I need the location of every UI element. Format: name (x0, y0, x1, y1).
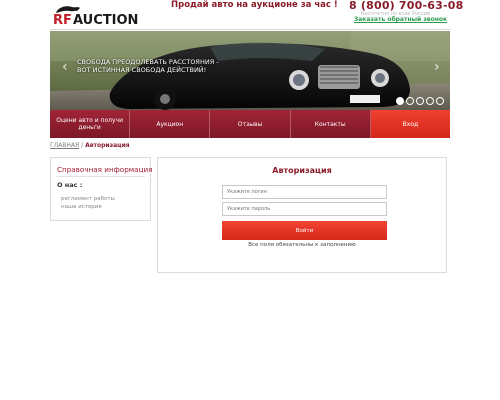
nav-item-evaluate[interactable]: Оцени авто и получи деньги (50, 110, 131, 138)
password-input[interactable] (222, 202, 387, 216)
sidebar-link-history[interactable]: наша история (61, 204, 102, 210)
svg-text:AUCTION: AUCTION (73, 13, 138, 27)
nav-item-reviews[interactable]: Отзывы (210, 110, 291, 138)
slider-dots (396, 97, 444, 105)
nav-item-auction[interactable]: Аукцион (130, 110, 211, 138)
page: RF AUCTION Продай авто на аукционе за ча… (0, 0, 500, 400)
breadcrumb-separator: / (81, 142, 84, 149)
chevron-left-icon[interactable]: ‹ (62, 59, 68, 75)
auth-panel: Авторизация Войти Все поля обязательны к… (157, 157, 447, 273)
header-divider (50, 29, 450, 30)
slider-dot[interactable] (426, 97, 434, 105)
logo[interactable]: RF AUCTION (52, 3, 138, 27)
sidebar-divider (56, 176, 145, 177)
info-sidebar: Справочная информация О нас : регламент … (50, 157, 153, 221)
slider-dot[interactable] (436, 97, 444, 105)
slide-caption-line: СВОБОДА ПРЕОДОЛЕВАТЬ РАССТОЯНИЯ - (77, 58, 219, 66)
auth-title: Авторизация (272, 166, 332, 175)
svg-text:RF: RF (53, 13, 72, 27)
logo-graphic: RF AUCTION (53, 6, 138, 27)
slide-caption: СВОБОДА ПРЕОДОЛЕВАТЬ РАССТОЯНИЯ - ВОТ ИС… (77, 58, 247, 74)
required-note: Все поля обязательны к заполнению (248, 242, 356, 248)
slider-dot[interactable] (396, 97, 404, 105)
sidebar-link-rules[interactable]: регламент работы (61, 196, 115, 202)
breadcrumb: ГЛАВНАЯ / Авторизация (50, 142, 130, 149)
callback-link[interactable]: Заказать обратный звонок (354, 16, 447, 23)
hero-slider[interactable]: СВОБОДА ПРЕОДОЛЕВАТЬ РАССТОЯНИЯ - ВОТ ИС… (50, 31, 450, 110)
slide-caption-line: ВОТ ИСТИННАЯ СВОБОДА ДЕЙСТВИЙ! (77, 66, 207, 74)
breadcrumb-home[interactable]: ГЛАВНАЯ (50, 142, 79, 149)
nav-item-login[interactable]: Вход (370, 110, 451, 138)
login-button[interactable]: Войти (222, 221, 387, 240)
main-nav: Оцени авто и получи деньги Аукцион Отзыв… (50, 110, 451, 138)
login-input[interactable] (222, 185, 387, 199)
sidebar-title: Справочная информация (57, 165, 153, 174)
breadcrumb-current: Авторизация (85, 142, 130, 149)
slider-dot[interactable] (406, 97, 414, 105)
sidebar-subtitle: О нас : (57, 181, 83, 189)
tagline: Продай авто на аукционе за час ! (171, 0, 338, 10)
chevron-right-icon[interactable]: › (434, 59, 440, 75)
nav-item-contacts[interactable]: Контакты (290, 110, 371, 138)
slider-dot[interactable] (416, 97, 424, 105)
